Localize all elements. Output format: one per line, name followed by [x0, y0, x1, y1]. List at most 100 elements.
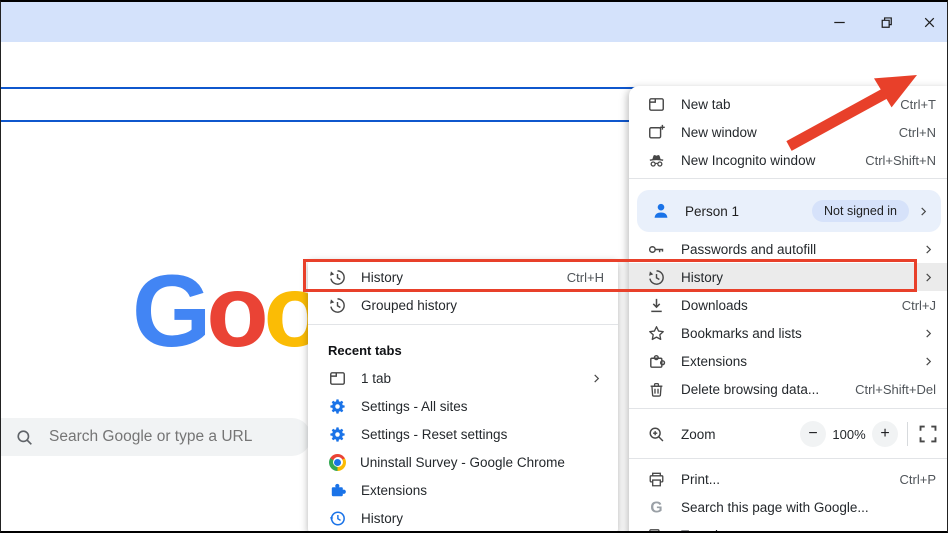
submenu-item-label: History — [361, 510, 404, 526]
restore-icon — [877, 13, 896, 32]
submenu-item-settings-all-sites[interactable]: Settings - All sites — [308, 392, 618, 420]
gear-icon — [328, 397, 347, 416]
new-window-icon — [647, 123, 666, 142]
chevron-right-icon — [921, 270, 936, 285]
menu-item-print[interactable]: Print... Ctrl+P — [629, 465, 947, 493]
menu-item-translate[interactable]: Translate... — [629, 521, 947, 533]
menu-item-delete-browsing-data[interactable]: Delete browsing data... Ctrl+Shift+Del — [629, 375, 947, 403]
menu-item-label: Passwords and autofill — [681, 241, 817, 257]
submenu-item-grouped-history[interactable]: Grouped history — [308, 291, 618, 319]
menu-item-search-page-with-google[interactable]: Search this page with Google... — [629, 493, 947, 521]
submenu-item-label: Grouped history — [361, 297, 458, 313]
minimize-button[interactable] — [823, 9, 855, 35]
chrome-logo-icon — [329, 453, 346, 471]
chevron-right-icon — [921, 326, 936, 341]
history-icon — [647, 268, 666, 287]
logo-letter: o — [206, 254, 268, 368]
submenu-item-history-page[interactable]: History — [308, 504, 618, 531]
profile-name: Person 1 — [685, 203, 740, 219]
submenu-item-label: Uninstall Survey - Google Chrome — [360, 454, 565, 470]
submenu-item-1-tab[interactable]: 1 tab — [308, 364, 618, 392]
browser-window: Goog New tab Ctrl+T New window Ctrl+N Ne… — [0, 0, 948, 533]
translate-icon — [647, 526, 666, 533]
menu-item-label: History — [681, 269, 724, 285]
key-icon — [647, 240, 666, 259]
menu-item-new-window[interactable]: New window Ctrl+N — [629, 118, 947, 146]
menu-item-downloads[interactable]: Downloads Ctrl+J — [629, 291, 947, 319]
close-button[interactable] — [913, 9, 945, 35]
fullscreen-icon[interactable] — [917, 423, 939, 445]
address-bar-input[interactable] — [17, 92, 701, 120]
chevron-right-icon — [921, 242, 936, 257]
menu-separator — [629, 408, 947, 409]
chrome-main-menu: New tab Ctrl+T New window Ctrl+N New Inc… — [629, 86, 948, 533]
zoom-increase-button[interactable]: + — [872, 421, 898, 447]
menu-item-label: Downloads — [681, 297, 748, 313]
star-icon — [647, 324, 666, 343]
zoom-label: Zoom — [681, 426, 716, 442]
menu-item-bookmarks-lists[interactable]: Bookmarks and lists — [629, 319, 948, 347]
chevron-right-icon — [916, 204, 931, 219]
shortcut-label: Ctrl+P — [899, 471, 936, 487]
close-icon — [920, 13, 939, 32]
download-icon — [647, 296, 666, 315]
printer-icon — [647, 470, 666, 489]
shortcut-label: Ctrl+Shift+Del — [855, 381, 936, 397]
menu-item-label: Bookmarks and lists — [681, 325, 802, 341]
signin-status-badge: Not signed in — [812, 200, 909, 222]
menu-separator — [629, 178, 947, 179]
new-tab-icon — [647, 95, 666, 114]
menu-item-label: Translate... — [681, 528, 748, 532]
submenu-item-label: Settings - All sites — [361, 398, 468, 414]
restore-button[interactable] — [870, 9, 902, 35]
search-magnifier-icon — [15, 428, 34, 447]
trash-icon — [647, 380, 666, 399]
menu-item-zoom: Zoom − 100% + — [629, 414, 948, 454]
zoom-decrease-button[interactable]: − — [800, 421, 826, 447]
menu-item-extensions[interactable]: Extensions — [629, 347, 948, 375]
person-icon — [651, 201, 671, 221]
menu-item-new-incognito-window[interactable]: New Incognito window Ctrl+Shift+N — [629, 146, 947, 174]
zoom-level-value: 100% — [832, 426, 866, 442]
puzzle-icon — [647, 352, 666, 371]
history-icon — [328, 296, 347, 315]
ntp-search-box[interactable] — [1, 418, 311, 456]
recent-tabs-header: Recent tabs — [328, 342, 402, 358]
minimize-icon — [830, 13, 849, 32]
submenu-item-history[interactable]: History Ctrl+H — [308, 263, 618, 291]
history-submenu: History Ctrl+H Grouped history Recent ta… — [308, 260, 618, 531]
history-clock-icon — [328, 509, 347, 528]
history-icon — [328, 268, 347, 287]
shortcut-label: Ctrl+T — [900, 96, 936, 112]
menu-item-new-tab[interactable]: New tab Ctrl+T — [629, 90, 947, 118]
submenu-item-uninstall-survey[interactable]: Uninstall Survey - Google Chrome — [308, 448, 618, 476]
shortcut-label: Ctrl+H — [566, 269, 604, 285]
submenu-item-label: Settings - Reset settings — [361, 426, 508, 442]
shortcut-label: Ctrl+J — [901, 297, 936, 313]
chevron-right-icon — [589, 371, 604, 386]
menu-item-label: Extensions — [681, 353, 748, 369]
submenu-separator — [308, 324, 618, 325]
zoom-separator — [907, 422, 908, 446]
menu-separator — [629, 458, 947, 459]
menu-item-passwords-autofill[interactable]: Passwords and autofill — [629, 235, 948, 263]
menu-item-label: New window — [681, 124, 757, 140]
menu-item-profile[interactable]: Person 1 Not signed in — [637, 190, 941, 232]
menu-item-history[interactable]: History — [629, 263, 947, 291]
chevron-right-icon — [921, 354, 936, 369]
window-titlebar — [1, 2, 947, 42]
submenu-item-label: 1 tab — [361, 370, 392, 386]
submenu-item-label: Extensions — [361, 482, 428, 498]
incognito-icon — [647, 151, 666, 170]
submenu-item-extensions[interactable]: Extensions — [308, 476, 618, 504]
menu-item-label: New Incognito window — [681, 152, 816, 168]
shortcut-label: Ctrl+N — [898, 124, 936, 140]
google-g-icon — [647, 498, 666, 517]
zoom-in-icon — [647, 425, 666, 444]
ntp-search-input[interactable] — [47, 427, 311, 447]
puzzle-icon — [328, 481, 347, 500]
logo-letter: G — [132, 254, 211, 368]
browser-toolbar — [1, 42, 947, 122]
menu-item-label: Delete browsing data... — [681, 381, 820, 397]
submenu-item-settings-reset-settings[interactable]: Settings - Reset settings — [308, 420, 618, 448]
